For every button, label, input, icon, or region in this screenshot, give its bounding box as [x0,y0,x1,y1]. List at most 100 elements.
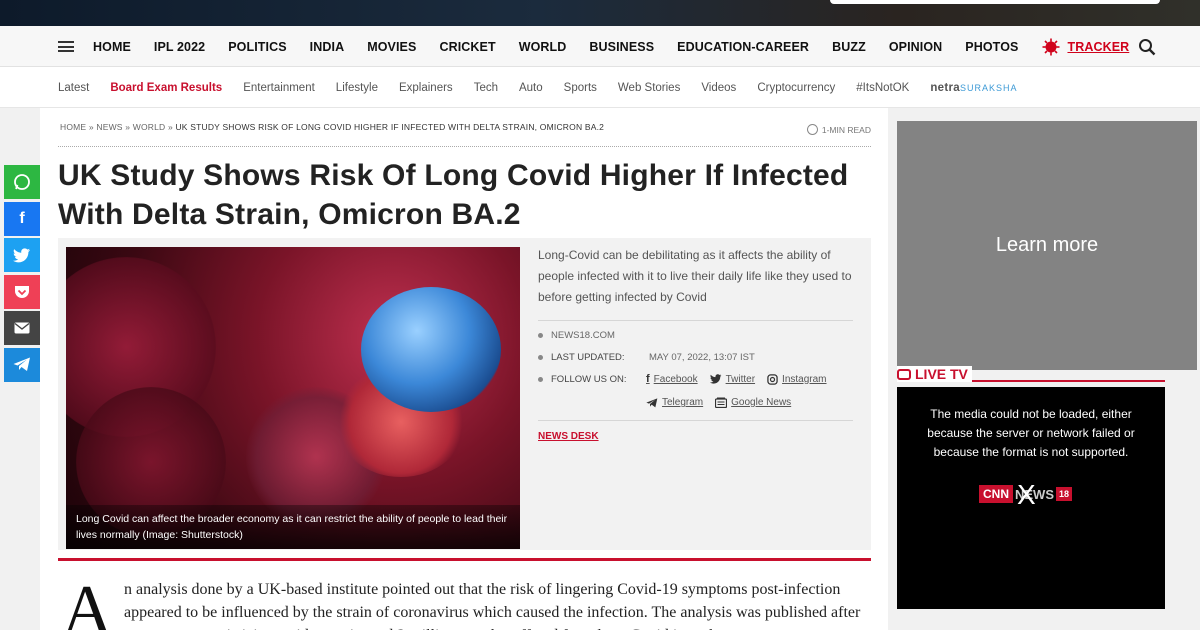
meta-follow: FOLLOW US ON: [538,374,649,385]
source-value: NEWS18.COM [551,330,615,341]
ad-learn-more[interactable]: Learn more [996,234,1098,257]
follow-instagram-label: Instagram [782,373,827,385]
live-tv-player[interactable]: The media could not be loaded, either be… [897,387,1165,609]
article-lead-box: Long Covid can affect the broader econom… [58,238,871,550]
live-tv-title[interactable]: LIVE TV [897,366,972,382]
search-icon[interactable] [1138,38,1156,56]
live-tv-label: LIVE TV [915,366,968,382]
subnav-cryptocurrency[interactable]: Cryptocurrency [757,82,835,94]
subnav-board-exam-results[interactable]: Board Exam Results [110,82,222,94]
bullet [538,333,543,338]
google-news-icon [715,397,728,408]
last-updated-label: LAST UPDATED: [551,352,625,363]
breadcrumb-separator: » [125,122,131,132]
subnav-web-stories[interactable]: Web Stories [618,82,680,94]
divider [538,420,853,421]
clock-icon [806,124,818,135]
subnav-latest[interactable]: Latest [58,82,89,94]
subnav-lifestyle[interactable]: Lifestyle [336,82,378,94]
instagram-icon [767,373,778,385]
breadcrumb-news[interactable]: NEWS [96,122,122,132]
meta-last-updated: LAST UPDATED: MAY 07, 2022, 13:07 IST [538,352,755,363]
breadcrumb-separator: » [167,122,173,132]
nav-education-career[interactable]: EDUCATION-CAREER [677,40,809,54]
subnav-entertainment[interactable]: Entertainment [243,82,315,94]
subnav-sports[interactable]: Sports [564,82,597,94]
bullet [538,377,543,382]
section-divider [58,558,871,561]
whatsapp-icon[interactable] [4,165,40,199]
breadcrumb: HOME » NEWS » WORLD » UK STUDY SHOWS RIS… [60,122,604,132]
tv-icon [897,368,911,380]
nav-tracker[interactable]: TRACKER [1041,37,1129,57]
follow-instagram-link[interactable]: Instagram [767,373,827,385]
follow-links-row-1: f Facebook Twitter Instagram [646,373,839,385]
pocket-icon[interactable] [4,274,40,309]
follow-links-row-2: Telegram Google News [646,397,803,408]
telegram-icon [646,397,658,407]
nav-buzz[interactable]: BUZZ [832,40,866,54]
nav-ipl-2022[interactable]: IPL 2022 [154,40,205,54]
subnav-videos[interactable]: Videos [701,82,736,94]
nav-opinion[interactable]: OPINION [889,40,942,54]
nav-movies[interactable]: MOVIES [367,40,416,54]
divider [538,320,853,321]
nav-india[interactable]: INDIA [310,40,345,54]
follow-google-news-label: Google News [731,397,792,408]
suraksha-logo-text: SURAKSHA [959,82,1018,93]
advertisement[interactable]: Learn more [897,121,1197,370]
email-icon[interactable] [4,311,40,345]
telegram-icon[interactable] [4,347,40,382]
article-body: n analysis done by a UK-based institute … [124,581,861,630]
cnn-logo-part: CNN [979,485,1013,503]
follow-telegram-link[interactable]: Telegram [646,397,703,408]
subnav-auto[interactable]: Auto [519,82,543,94]
read-time-label: 1-MIN READ [821,124,871,135]
follow-label: FOLLOW US ON: [551,374,627,385]
virus-illustration-blue [361,287,501,412]
facebook-icon: f [646,373,650,385]
bullet [538,355,543,360]
sub-nav-list: Latest Board Exam Results Entertainment … [58,67,1038,108]
eighteen-logo-part: 18 [1056,487,1073,501]
divider [58,146,871,147]
top-search-field[interactable] [830,0,1160,4]
subnav-tech[interactable]: Tech [474,82,498,94]
follow-twitter-link[interactable]: Twitter [709,373,756,385]
article-hero-image[interactable]: Long Covid can affect the broader econom… [66,247,520,549]
main-navigation: HOME IPL 2022 POLITICS INDIA MOVIES CRIC… [0,26,1200,67]
follow-facebook-link[interactable]: f Facebook [646,373,698,385]
secondary-navigation: Latest Board Exam Results Entertainment … [0,67,1200,108]
live-tv-header: LIVE TV [897,366,1165,384]
breadcrumb-home[interactable]: HOME [60,122,86,132]
image-caption: Long Covid can affect the broader econom… [66,505,520,549]
nav-business[interactable]: BUSINESS [589,40,654,54]
follow-twitter-label: Twitter [725,373,756,385]
hamburger-menu-icon[interactable] [58,41,74,52]
author-link[interactable]: NEWS DESK [538,431,599,442]
twitter-icon[interactable] [4,238,40,272]
nav-home[interactable]: HOME [93,40,131,54]
last-updated-value: MAY 07, 2022, 13:07 IST [649,352,755,363]
netra-suraksha-logo[interactable]: netraSURAKSHA [930,82,1017,94]
follow-facebook-label: Facebook [653,373,698,385]
nav-cricket[interactable]: CRICKET [439,40,495,54]
main-nav-list: HOME IPL 2022 POLITICS INDIA MOVIES CRIC… [93,26,1152,67]
read-time: 1-MIN READ [806,124,871,135]
virus-icon [1042,38,1060,55]
nav-photos[interactable]: PHOTOS [965,40,1018,54]
breadcrumb-separator: » [88,122,94,132]
subnav-itsnotok[interactable]: #ItsNotOK [856,82,909,94]
nav-world[interactable]: WORLD [519,40,567,54]
facebook-icon[interactable]: f [4,201,40,236]
follow-google-news-link[interactable]: Google News [715,397,791,408]
nav-politics[interactable]: POLITICS [228,40,286,54]
article-title: UK Study Shows Risk Of Long Covid Higher… [58,159,849,231]
breadcrumb-world[interactable]: WORLD [133,122,166,132]
subnav-explainers[interactable]: Explainers [399,82,453,94]
top-banner [0,0,1200,26]
article-summary: Long-Covid can be debilitating as it aff… [538,248,852,304]
twitter-icon [709,374,721,384]
social-share-bar: f [4,165,40,384]
breadcrumb-current: UK STUDY SHOWS RISK OF LONG COVID HIGHER… [175,122,605,132]
